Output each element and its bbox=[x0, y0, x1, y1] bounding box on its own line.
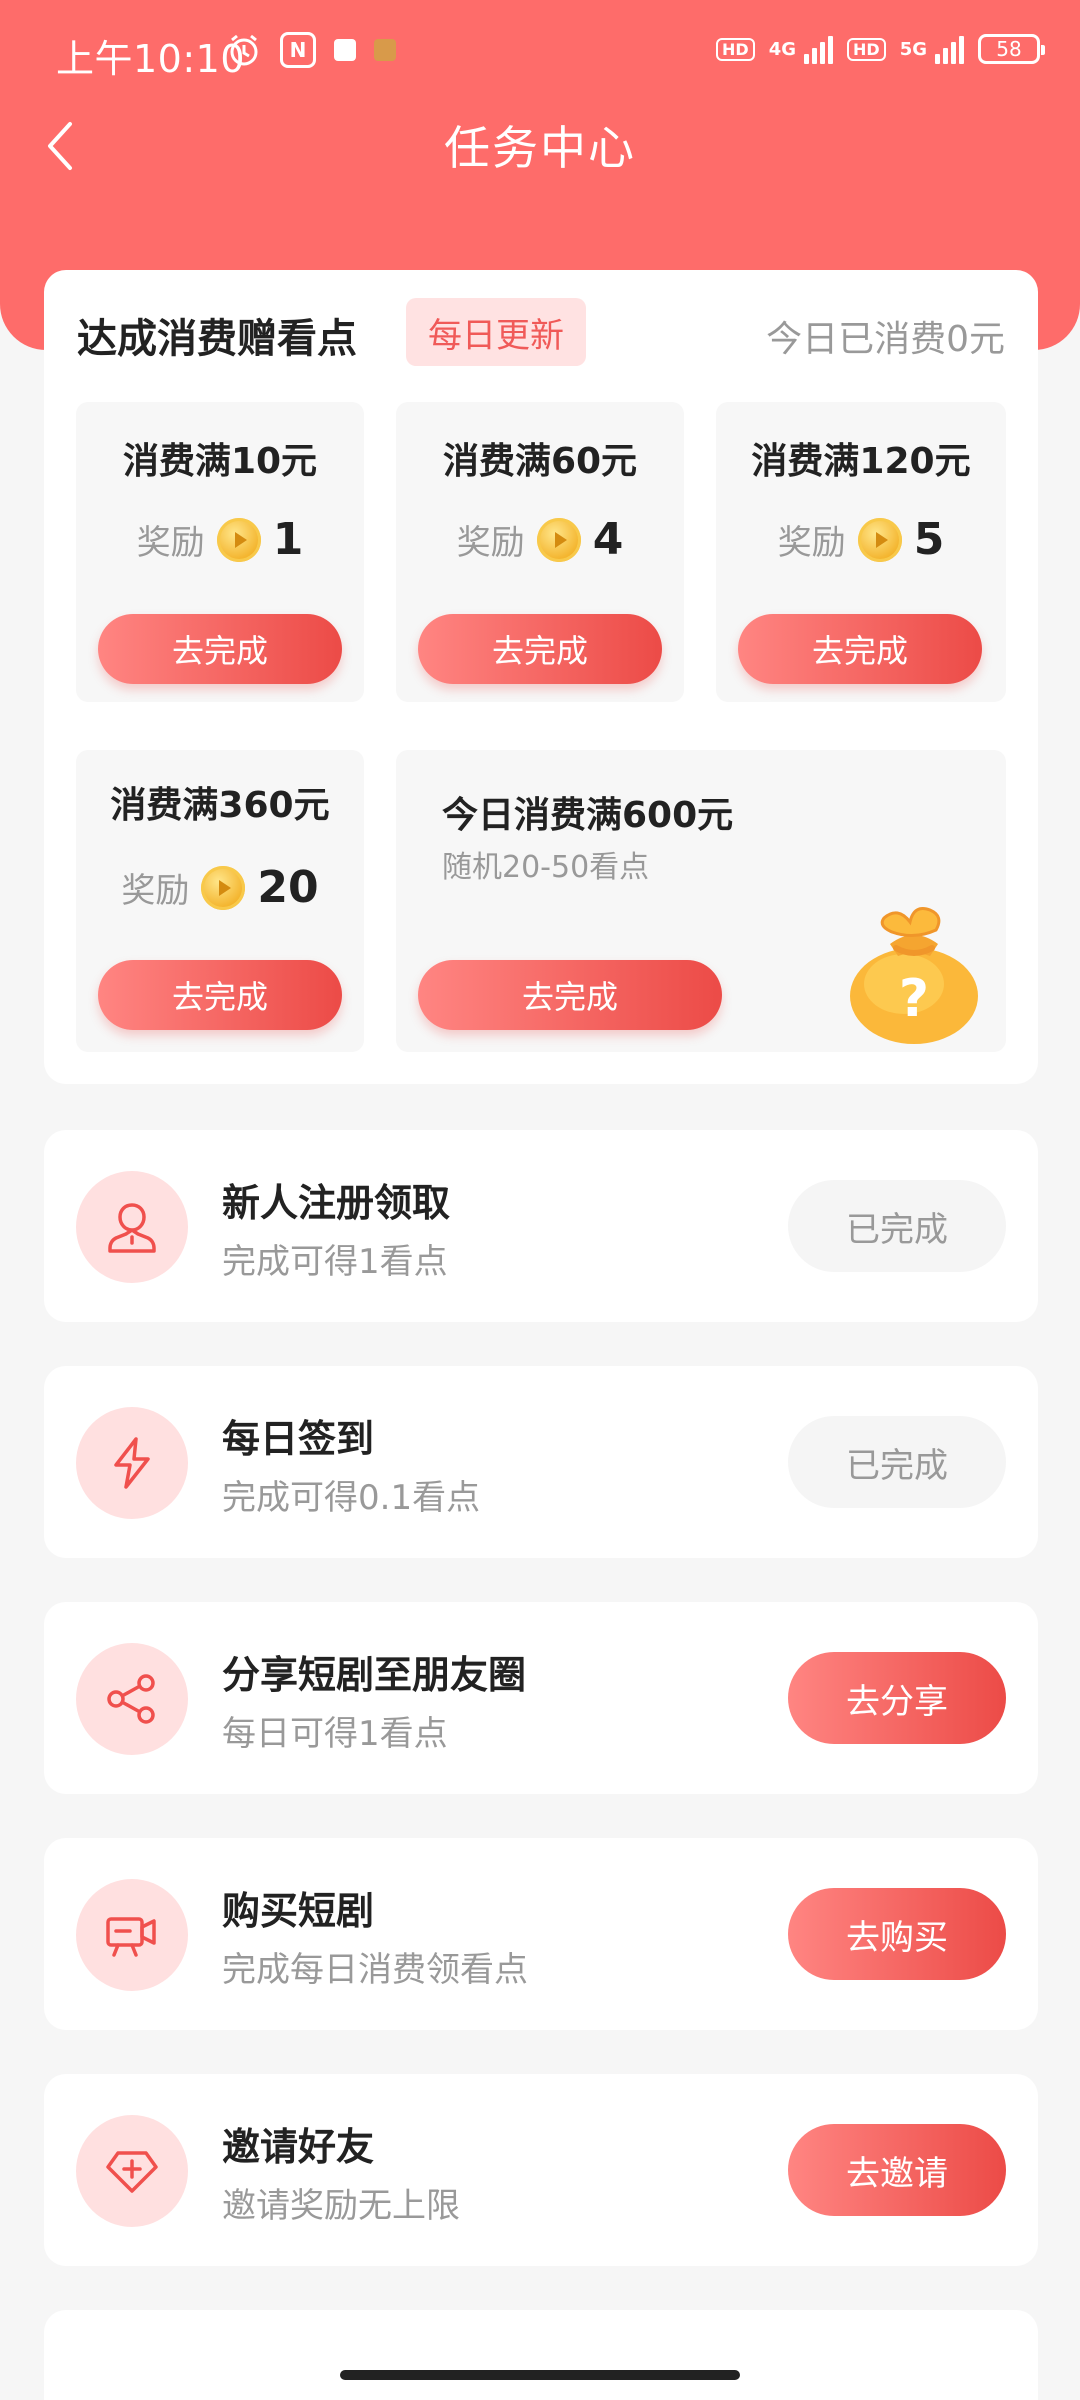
tier-reward: 奖励 4 bbox=[396, 514, 684, 565]
tier-reward: 奖励 5 bbox=[716, 514, 1006, 565]
task-icon bbox=[76, 1407, 188, 1519]
buy-button[interactable]: 去购买 bbox=[788, 1888, 1006, 1980]
reward-value: 1 bbox=[272, 514, 304, 565]
reward-value: 4 bbox=[592, 514, 624, 565]
hd-icon: HD bbox=[847, 37, 886, 61]
mystery-bag-icon: ? bbox=[850, 907, 978, 1044]
task-row: 每日签到 完成可得0.1看点 已完成 bbox=[44, 1366, 1038, 1558]
tier-complete-button[interactable]: 去完成 bbox=[98, 960, 342, 1030]
task-icon bbox=[76, 2115, 188, 2227]
tier-card: 消费满60元 奖励 4 去完成 bbox=[396, 402, 684, 702]
tier-complete-button[interactable]: 去完成 bbox=[738, 614, 982, 684]
tier-reward: 奖励 1 bbox=[76, 514, 364, 565]
reward-label: 奖励 bbox=[456, 523, 525, 563]
big-tier-title: 今日消费满600元 bbox=[442, 795, 734, 836]
task-title: 分享短剧至朋友圈 bbox=[222, 1653, 527, 1697]
signal-icon bbox=[935, 34, 964, 64]
task-icon bbox=[76, 1643, 188, 1755]
consumption-card-title: 达成消费赠看点 bbox=[77, 316, 357, 362]
tier-complete-button[interactable]: 去完成 bbox=[98, 614, 342, 684]
big-tier-subtitle: 随机20-50看点 bbox=[442, 850, 650, 885]
task-row: 分享短剧至朋友圈 每日可得1看点 去分享 bbox=[44, 1602, 1038, 1794]
battery-icon: 58 bbox=[978, 34, 1045, 64]
tier-complete-button[interactable]: 去完成 bbox=[418, 614, 662, 684]
tier-title: 消费满10元 bbox=[122, 441, 318, 482]
today-spent-text: 今日已消费0元 bbox=[766, 319, 1005, 360]
tier-title: 消费满120元 bbox=[751, 441, 971, 482]
status-notification-icons: N bbox=[226, 32, 396, 68]
reward-label: 奖励 bbox=[136, 523, 205, 563]
share-icon bbox=[107, 1674, 155, 1724]
share-button[interactable]: 去分享 bbox=[788, 1652, 1006, 1744]
task-row: 购买短剧 完成每日消费领看点 去购买 bbox=[44, 1838, 1038, 2030]
big-tier-complete-button[interactable]: 去完成 bbox=[418, 960, 722, 1030]
svg-text:?: ? bbox=[899, 969, 929, 1029]
task-row: 新人注册领取 完成可得1看点 已完成 bbox=[44, 1130, 1038, 1322]
task-row: 邀请好友 邀请奖励无上限 去邀请 bbox=[44, 2074, 1038, 2266]
video-camera-icon bbox=[106, 1917, 156, 1957]
coin-icon bbox=[216, 517, 261, 562]
status-time: 上午10:10 bbox=[56, 37, 246, 81]
tier-card: 消费满10元 奖励 1 去完成 bbox=[76, 402, 364, 702]
task-done-button[interactable]: 已完成 bbox=[788, 1416, 1006, 1508]
tier-reward: 奖励 20 bbox=[76, 862, 364, 913]
task-icon bbox=[76, 1879, 188, 1991]
lightning-icon bbox=[114, 1437, 150, 1489]
task-row-partial bbox=[44, 2310, 1038, 2400]
tier-title: 消费满60元 bbox=[442, 441, 638, 482]
tier-title: 消费满360元 bbox=[110, 785, 330, 826]
game-notification-icon bbox=[374, 39, 396, 61]
task-title: 邀请好友 bbox=[222, 2125, 375, 2169]
task-subtitle: 每日可得1看点 bbox=[222, 1714, 448, 1754]
tier-card: 消费满360元 奖励 20 去完成 bbox=[76, 750, 364, 1052]
task-title: 新人注册领取 bbox=[222, 1181, 451, 1225]
alarm-icon bbox=[226, 32, 262, 68]
status-bar: 上午10:10 N HD 4G HD 5G 58 bbox=[0, 0, 1080, 110]
hd-icon: HD bbox=[716, 37, 755, 61]
reward-value: 5 bbox=[913, 514, 945, 565]
daily-update-badge: 每日更新 bbox=[406, 298, 586, 366]
coin-icon bbox=[201, 865, 246, 910]
task-subtitle: 完成可得1看点 bbox=[222, 1242, 448, 1282]
nfc-icon: N bbox=[280, 32, 316, 68]
task-subtitle: 完成可得0.1看点 bbox=[222, 1478, 481, 1518]
signal-icon bbox=[804, 34, 834, 64]
app-notification-icon bbox=[334, 39, 356, 61]
task-done-button[interactable]: 已完成 bbox=[788, 1180, 1006, 1272]
network-4g-label: 4G bbox=[768, 38, 797, 60]
invite-button[interactable]: 去邀请 bbox=[788, 2124, 1006, 2216]
task-icon bbox=[76, 1171, 188, 1283]
user-icon bbox=[108, 1203, 156, 1253]
reward-value: 20 bbox=[257, 862, 319, 913]
big-tier-card: 今日消费满600元 随机20-50看点 去完成 ? bbox=[396, 750, 1006, 1052]
task-subtitle: 邀请奖励无上限 bbox=[222, 2186, 460, 2226]
task-title: 每日签到 bbox=[222, 1417, 375, 1461]
consumption-reward-card: 达成消费赠看点 每日更新 今日已消费0元 消费满10元 奖励 1 去完成 消费满… bbox=[44, 270, 1038, 1084]
coin-icon bbox=[536, 517, 581, 562]
status-system-icons: HD 4G HD 5G 58 bbox=[716, 34, 1045, 64]
coin-icon bbox=[857, 517, 902, 562]
reward-label: 奖励 bbox=[121, 871, 190, 911]
diamond-plus-icon bbox=[106, 2151, 158, 2193]
home-indicator[interactable] bbox=[340, 2370, 740, 2380]
task-subtitle: 完成每日消费领看点 bbox=[222, 1950, 528, 1990]
tier-card: 消费满120元 奖励 5 去完成 bbox=[716, 402, 1006, 702]
reward-label: 奖励 bbox=[777, 523, 846, 563]
network-5g-label: 5G bbox=[899, 38, 927, 60]
task-title: 购买短剧 bbox=[222, 1889, 375, 1933]
page-title: 任务中心 bbox=[444, 121, 636, 175]
